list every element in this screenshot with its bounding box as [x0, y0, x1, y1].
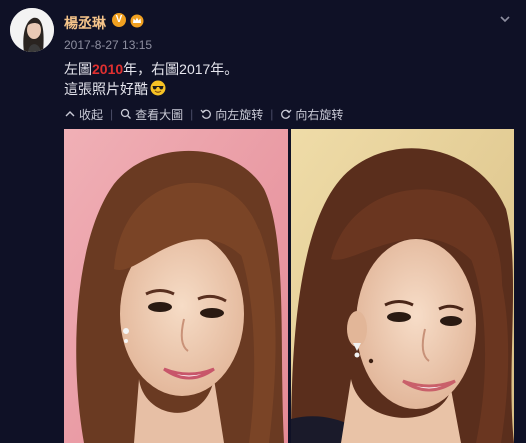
collapse-label: 收起	[79, 107, 104, 122]
verified-badge-icon: V	[112, 13, 126, 27]
post-text-line-2: 這張照片好酷	[64, 79, 166, 99]
portrait-image	[64, 129, 288, 443]
chevron-down-icon[interactable]	[498, 12, 512, 26]
image-toolbar: 收起 | 查看大圖 | 向左旋转 | 向右旋转	[64, 104, 343, 124]
photo-right-2017[interactable]	[291, 129, 514, 443]
portrait-image	[291, 129, 514, 443]
toolbar-divider: |	[110, 107, 114, 121]
weibo-post: 楊丞琳 V 2017-8-27 13:15 左圖2010年，右圖2017年。 這…	[0, 0, 526, 443]
rotate-left-label: 向左旋转	[215, 107, 264, 122]
avatar[interactable]	[10, 8, 54, 52]
avatar-image	[10, 8, 54, 52]
toolbar-divider: |	[270, 107, 274, 121]
search-icon	[120, 108, 132, 119]
text-body: 這張照片好酷	[64, 81, 148, 97]
post-timestamp[interactable]: 2017-8-27 13:15	[64, 38, 152, 52]
rotate-right-button[interactable]: 向右旋转	[280, 106, 343, 123]
highlight-year: 2010	[92, 61, 124, 77]
crown-badge-icon	[130, 14, 144, 28]
text-suffix: 年，右圖2017年。	[123, 61, 239, 77]
text-prefix: 左圖	[64, 61, 92, 77]
view-large-button[interactable]: 查看大圖	[120, 106, 183, 123]
collapse-icon	[65, 111, 75, 117]
rotate-right-icon	[281, 109, 292, 119]
collapse-button[interactable]: 收起	[64, 106, 103, 123]
view-large-label: 查看大圖	[135, 107, 184, 122]
username[interactable]: 楊丞琳	[64, 13, 106, 33]
photo-left-2010[interactable]	[64, 129, 288, 443]
post-text-line-1: 左圖2010年，右圖2017年。	[64, 59, 238, 79]
sunglasses-emoji-icon	[150, 80, 166, 96]
rotate-left-icon	[200, 109, 212, 119]
toolbar-divider: |	[190, 107, 194, 121]
rotate-right-label: 向右旋转	[295, 107, 344, 122]
rotate-left-button[interactable]: 向左旋转	[200, 106, 263, 123]
